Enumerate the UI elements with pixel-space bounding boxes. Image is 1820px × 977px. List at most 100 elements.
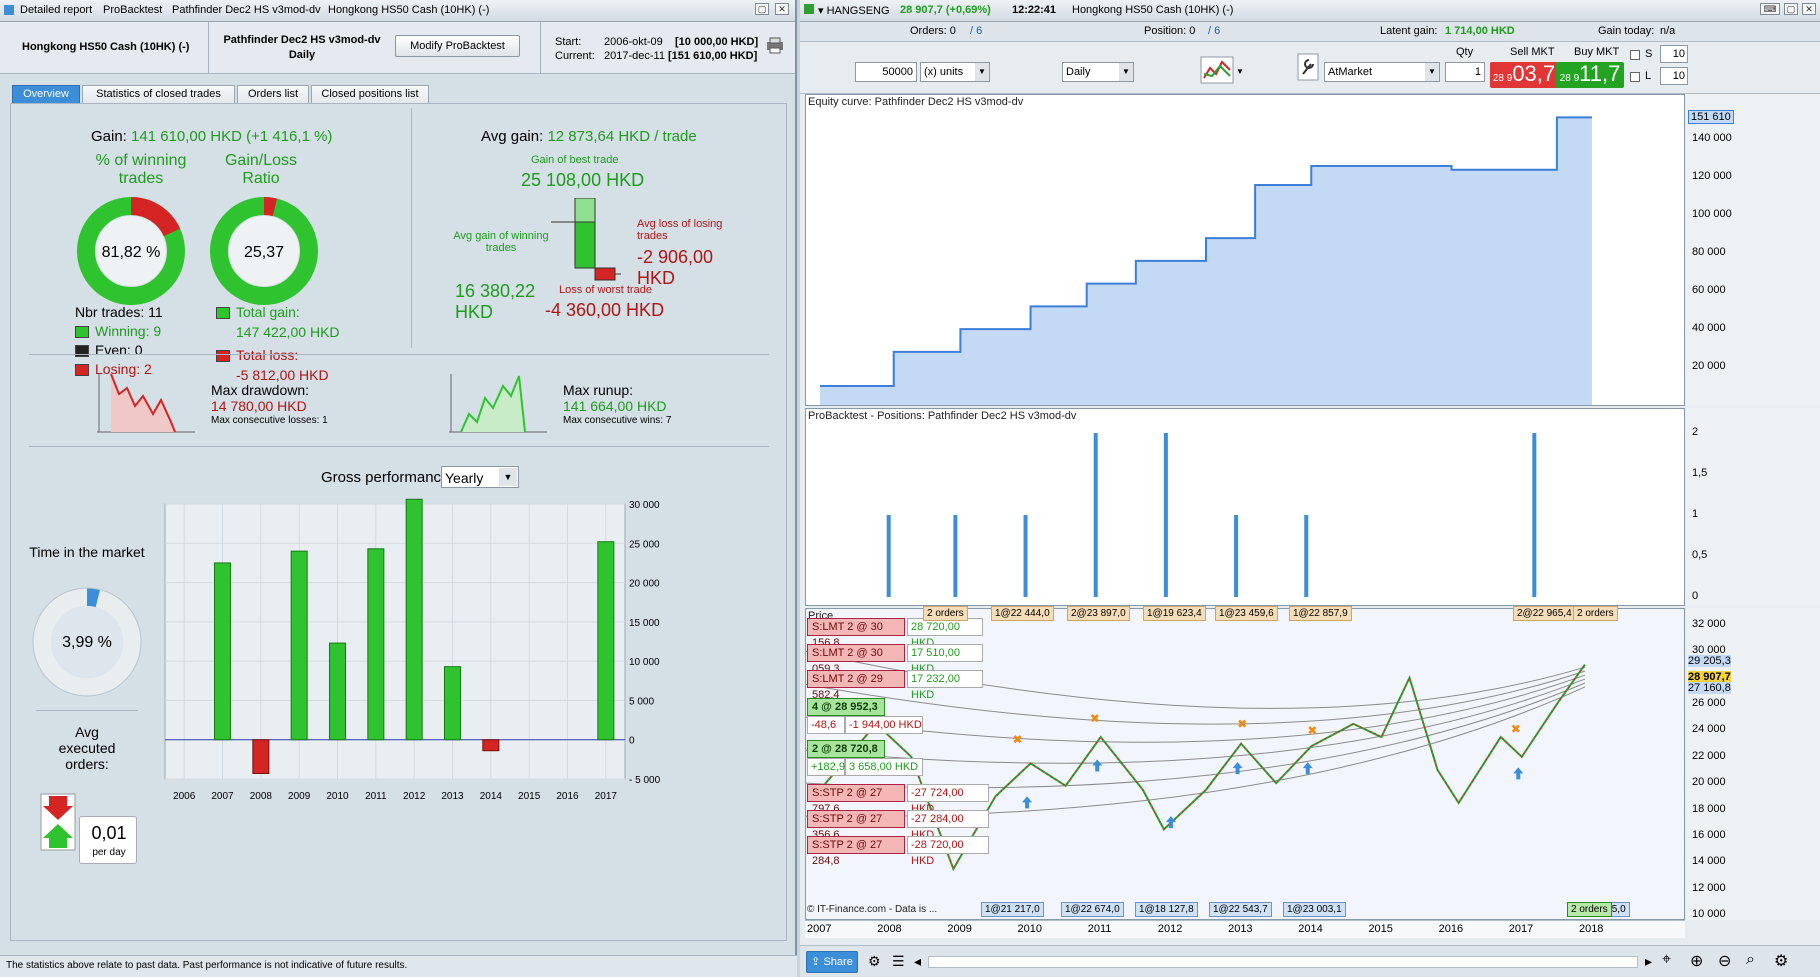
best-value: 25 108,00 HKD	[521, 170, 645, 190]
gross-bar	[367, 548, 385, 741]
restore-icon[interactable]: ▢	[1784, 3, 1798, 15]
qty-input[interactable]: 1	[1445, 62, 1485, 82]
right-price-3: 27 160,8	[1688, 681, 1731, 694]
copyright-text: © IT-Finance.com - Data is ...	[807, 904, 938, 915]
gross-x-tick: 2014	[480, 791, 503, 802]
price-y-tick: 12 000	[1692, 881, 1726, 894]
gross-performance-select[interactable]: Yearly ▼	[441, 466, 519, 488]
period-select[interactable]: Daily ▼	[1062, 62, 1134, 82]
start-date: 2006-okt-09	[604, 36, 663, 48]
s-checkbox[interactable]	[1630, 50, 1640, 60]
instrument-name: Hongkong HS50 Cash (10HK) (-)	[22, 41, 190, 53]
stop-order-tag: S:STP 2 @ 27 797,6	[807, 784, 905, 815]
keyboard-icon[interactable]: ⌨	[1760, 3, 1780, 15]
total-loss-swatch	[216, 350, 230, 363]
settings-icon[interactable]: ⚙	[1774, 951, 1788, 971]
position-y-tick: 0	[1692, 590, 1699, 602]
gross-x-tick: 2017	[595, 791, 618, 802]
gross-x-tick: 2012	[403, 791, 426, 802]
price-x-tick: 2018	[1578, 923, 1604, 935]
winpct-title: % of winning trades	[95, 152, 187, 187]
titlebar-text-0: Detailed report	[20, 4, 93, 16]
price-x-tick: 2007	[807, 923, 832, 935]
close-icon[interactable]: ✕	[775, 3, 789, 15]
crosshair-icon[interactable]: ⌖	[1662, 951, 1671, 969]
gross-bar	[329, 642, 346, 741]
s-value[interactable]: 10	[1660, 45, 1688, 63]
chart-close-icon[interactable]: ✕	[1802, 3, 1816, 15]
order-type-select[interactable]: AtMarket ▼	[1324, 62, 1440, 82]
gross-x-tick: 2006	[173, 791, 196, 802]
sell-market-button[interactable]: 28 903,7	[1490, 62, 1558, 88]
price-x-tick: 2016	[1438, 923, 1464, 935]
equity-last-value: 151 610	[1688, 110, 1734, 125]
svg-text:▼: ▼	[1236, 67, 1244, 76]
gain-today-value: n/a	[1660, 25, 1676, 37]
order-type-text: AtMarket	[1328, 66, 1373, 78]
search-icon[interactable]: ⌕	[1746, 951, 1755, 969]
positions-chart	[886, 433, 1537, 597]
order-type-chevron-icon[interactable]: ▼	[1425, 63, 1439, 81]
gross-y-tick: - 5 000	[629, 775, 661, 786]
share-button[interactable]: ⇪ Share	[806, 951, 858, 973]
tab-overview[interactable]: Overview	[12, 85, 80, 104]
equity-curve-panel: Equity curve: Pathfinder Dec2 HS v3mod-d…	[805, 94, 1685, 406]
l-checkbox[interactable]	[1630, 72, 1640, 82]
position-bar	[1093, 433, 1098, 597]
zoom-out-icon[interactable]: ⊖	[1718, 951, 1731, 971]
equity-y-tick: 20 000	[1692, 360, 1726, 373]
position-1-pnl: -48,6	[807, 716, 845, 734]
printer-icon[interactable]	[765, 36, 785, 54]
limit-order-gain: 17 232,00 HKD	[907, 670, 983, 701]
equity-y-tick: 120 000	[1692, 170, 1732, 183]
best-label: Gain of best trade	[531, 154, 619, 166]
scroll-left-icon[interactable]: ◂	[914, 953, 921, 970]
ratio-value: 25,37	[243, 244, 285, 261]
gross-bar	[597, 541, 615, 741]
runup-sparkline	[449, 374, 547, 433]
latent-value: 1 714,00 HKD	[1445, 25, 1515, 37]
even-swatch	[75, 345, 89, 358]
indicators-icon[interactable]: ⚙	[868, 953, 881, 970]
drawdown-sub: Max consecutive losses: 1	[211, 415, 328, 426]
avg-executed-box: 0,01 per day	[79, 816, 137, 864]
minimize-icon[interactable]: ▢	[755, 3, 769, 15]
position-bar	[1234, 515, 1239, 597]
tab-closed-positions[interactable]: Closed positions list	[311, 85, 429, 104]
position-y-tick: 1	[1692, 508, 1699, 520]
horizontal-scrollbar[interactable]	[928, 956, 1638, 968]
units-input[interactable]: 50000	[855, 62, 917, 82]
sell-small: 28 9	[1492, 73, 1513, 84]
price-x-tick: 2017	[1508, 923, 1534, 935]
price-x-tick: 2010	[1017, 923, 1043, 935]
position-tag-2: 2 @ 28 720,8	[807, 740, 885, 758]
avg-gain-label: Avg gain:	[481, 128, 544, 145]
tab-orders-list[interactable]: Orders list	[237, 85, 309, 104]
avg-win-value: 16 380,22 HKD	[455, 281, 536, 322]
chevron-down-icon[interactable]: ▼	[499, 468, 517, 486]
l-value[interactable]: 10	[1660, 67, 1688, 85]
list-icon[interactable]: ☰	[892, 953, 905, 970]
ratio-title: Gain/Loss Ratio	[224, 152, 298, 187]
indicator-icon[interactable]: ▼	[1200, 56, 1244, 84]
avg-loss-value: -2 906,00 HKD	[637, 247, 714, 288]
period-chevron-icon[interactable]: ▼	[1119, 63, 1133, 81]
wrench-icon[interactable]	[1296, 52, 1320, 82]
gross-y-tick: 15 000	[629, 618, 660, 629]
top-trade-tag: 1@22 444,0	[991, 606, 1054, 621]
units-chevron-icon[interactable]: ▼	[975, 63, 989, 81]
units-select[interactable]: (x) units ▼	[920, 62, 990, 82]
buy-small: 28 9	[1559, 73, 1580, 84]
total-gain-value: 147 422,00 HKD	[236, 324, 340, 340]
buy-market-button[interactable]: 28 911,7	[1556, 62, 1624, 88]
modify-probacktest-button[interactable]: Modify ProBacktest	[395, 35, 520, 57]
gross-x-tick: 2015	[518, 791, 541, 802]
s-label: S	[1645, 48, 1653, 60]
zoom-in-icon[interactable]: ⊕	[1690, 951, 1703, 971]
positions-panel: ProBacktest - Positions: Pathfinder Dec2…	[805, 408, 1685, 606]
positions-title: ProBacktest - Positions: Pathfinder Dec2…	[808, 410, 1077, 422]
price-x-tick: 2015	[1368, 923, 1393, 935]
clock-time: 12:22:41	[1012, 4, 1057, 16]
scroll-right-icon[interactable]: ▸	[1645, 953, 1652, 970]
tab-statistics[interactable]: Statistics of closed trades	[82, 85, 235, 104]
